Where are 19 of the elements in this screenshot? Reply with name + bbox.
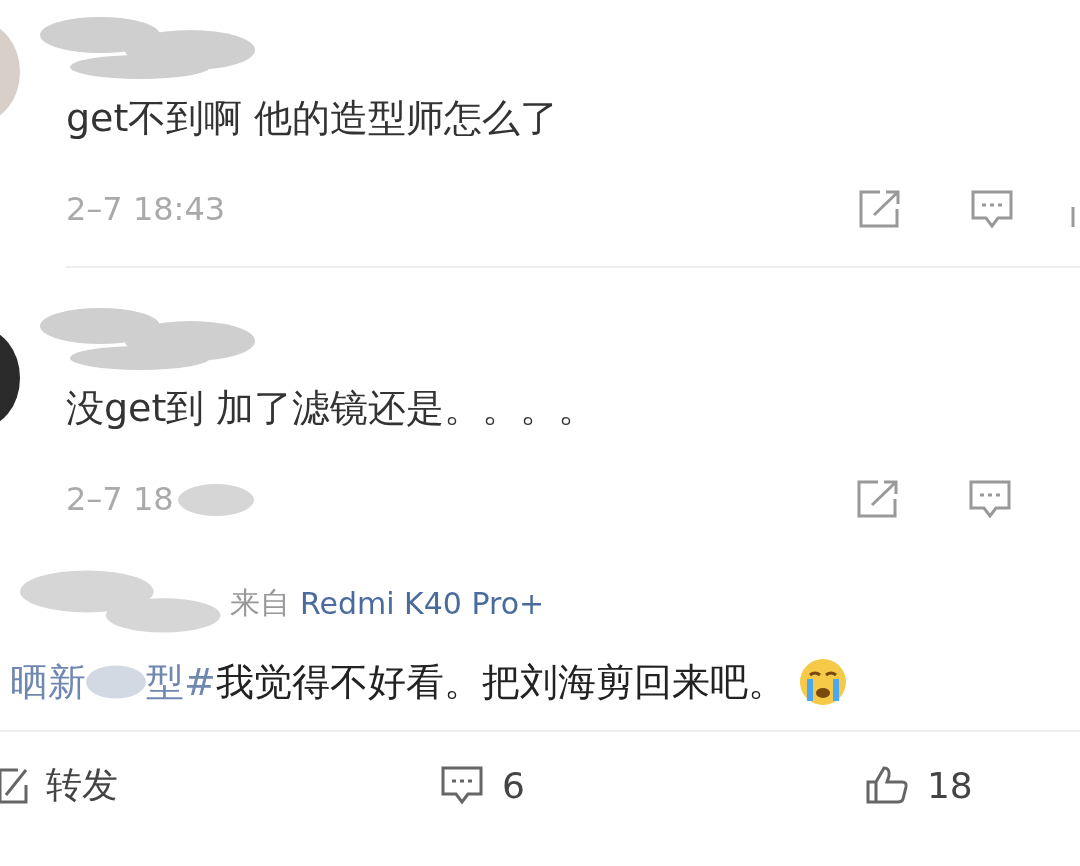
- hashtag-link[interactable]: 型#: [146, 656, 216, 708]
- share-icon[interactable]: [858, 189, 902, 229]
- share-icon[interactable]: [856, 479, 900, 519]
- timestamp: 2–7 18: [66, 480, 174, 518]
- thumbs-up-icon: [864, 765, 909, 805]
- action-button[interactable]: 18: [864, 764, 973, 806]
- device-name[interactable]: Redmi K40 Pro+: [300, 585, 545, 621]
- comment-icon[interactable]: [970, 189, 1014, 229]
- crying-emoji-icon: [797, 657, 848, 707]
- comment-icon[interactable]: [968, 479, 1012, 519]
- post-text: 我觉得不好看。把刘海剪回来吧。: [215, 658, 786, 706]
- timestamp: 2–7 18:43: [66, 190, 226, 228]
- action-button[interactable]: 6: [440, 764, 525, 806]
- action-button[interactable]: 转发: [0, 760, 118, 810]
- hashtag-link[interactable]: 晒新: [10, 656, 86, 708]
- comment-text: 没get到 加了滤镜还是。。。。: [66, 385, 598, 432]
- post-source: 来自: [230, 583, 290, 622]
- comment-icon: [440, 765, 484, 805]
- comment-text: get不到啊 他的造型师怎么了: [66, 95, 560, 142]
